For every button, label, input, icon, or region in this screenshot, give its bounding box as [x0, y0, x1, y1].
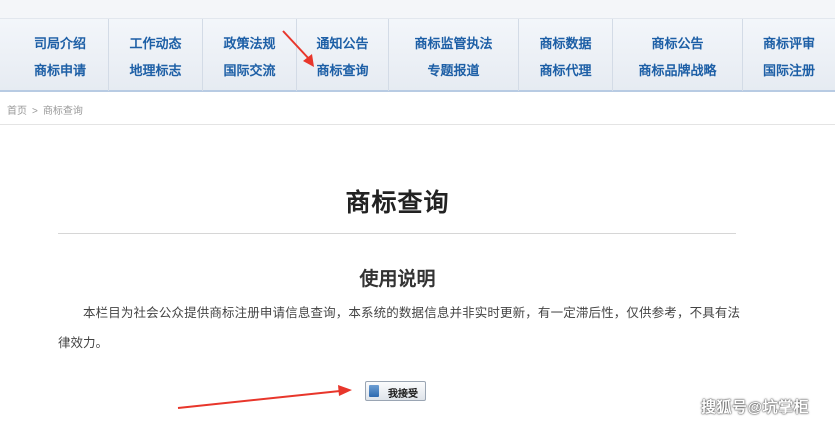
breadcrumb: 首页 > 商标查询 [7, 102, 83, 117]
nav-column: 工作动态 地理标志 [108, 19, 202, 91]
nav-link-trademark-search[interactable]: 商标查询 [297, 60, 388, 79]
nav-link-notices[interactable]: 通知公告 [297, 33, 388, 52]
accept-button-label: 我接受 [388, 389, 418, 400]
watermark: 搜狐号@坑掌柜 [701, 399, 810, 416]
breadcrumb-separator: > [32, 106, 38, 117]
breadcrumb-current: 商标查询 [42, 106, 83, 117]
nav-link-work-news[interactable]: 工作动态 [109, 33, 202, 52]
nav-column: 商标监管执法 专题报道 [388, 19, 518, 91]
nav-link-special-reports[interactable]: 专题报道 [389, 60, 518, 79]
nav-link-international-exchange[interactable]: 国际交流 [203, 60, 296, 79]
accept-button[interactable]: 我接受 [365, 381, 426, 401]
usage-notice: 本栏目为社会公众提供商标注册申请信息查询，本系统的数据信息并非实时更新，有一定滞… [58, 305, 740, 350]
usage-heading: 使用说明 [359, 268, 436, 290]
nav-link-trademark-data[interactable]: 商标数据 [519, 33, 612, 52]
nav-column: 司局介绍 商标申请 [12, 19, 108, 91]
main-nav: 司局介绍 商标申请 工作动态 地理标志 政策法规 国际交流 通知公告 商标查询 … [0, 18, 835, 92]
page-title: 商标查询 [345, 189, 450, 217]
nav-column: 商标数据 商标代理 [518, 19, 612, 91]
nav-column: 商标公告 商标品牌战略 [612, 19, 742, 91]
nav-link-brand-strategy[interactable]: 商标品牌战略 [613, 60, 742, 79]
nav-link-trademark-application[interactable]: 商标申请 [12, 60, 108, 79]
nav-column: 通知公告 商标查询 [296, 19, 388, 91]
annotation-arrow-button [177, 385, 352, 409]
breadcrumb-divider [0, 124, 835, 125]
nav-column: 政策法规 国际交流 [202, 19, 296, 91]
nav-link-trademark-agency[interactable]: 商标代理 [519, 60, 612, 79]
breadcrumb-home-link[interactable]: 首页 [7, 106, 27, 117]
nav-link-international-registration[interactable]: 国际注册 [743, 60, 835, 79]
nav-link-trademark-review[interactable]: 商标评审 [743, 33, 835, 52]
nav-link-policies-regulations[interactable]: 政策法规 [203, 33, 296, 52]
nav-link-geographical-indications[interactable]: 地理标志 [109, 60, 202, 79]
title-divider [58, 233, 736, 234]
button-icon [369, 385, 379, 397]
nav-link-trademark-announcements[interactable]: 商标公告 [613, 33, 742, 52]
nav-column: 商标评审 国际注册 [742, 19, 835, 91]
top-strip [0, 0, 835, 18]
nav-link-trademark-enforcement[interactable]: 商标监管执法 [389, 33, 518, 52]
nav-link-department-intro[interactable]: 司局介绍 [12, 33, 108, 52]
